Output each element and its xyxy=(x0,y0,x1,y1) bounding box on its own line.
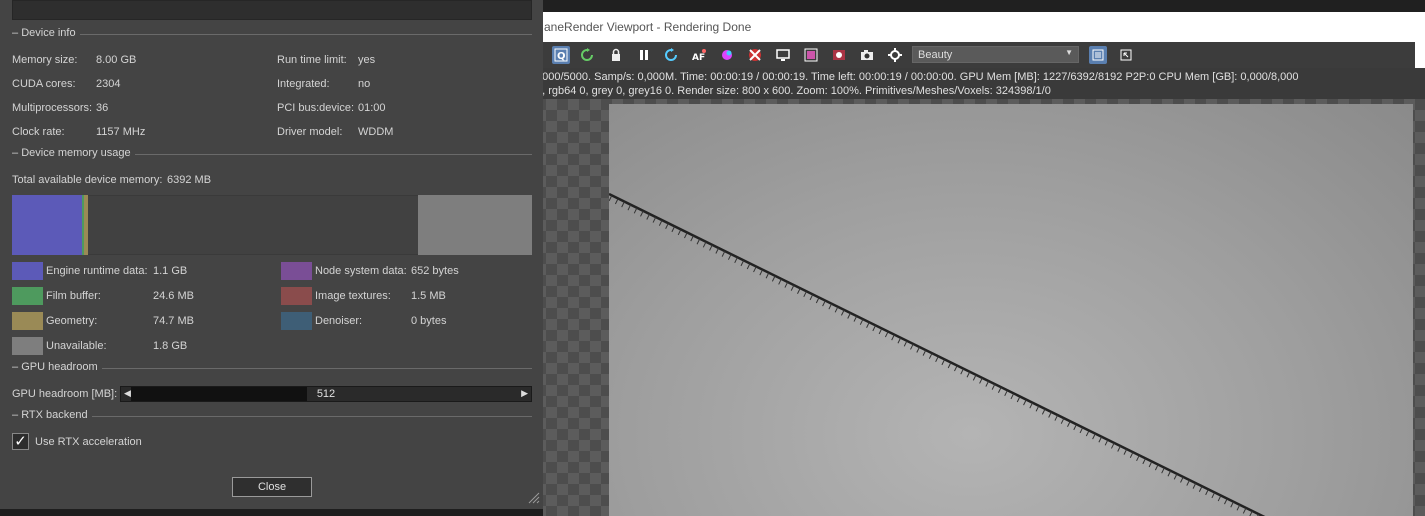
legend-swatch-denoiser xyxy=(281,312,312,330)
camera-icon[interactable] xyxy=(858,46,876,64)
legend-swatch-geometry xyxy=(12,312,43,330)
pci-bus-value: 01:00 xyxy=(358,102,386,114)
dialog-bottom-edge xyxy=(0,509,543,516)
memory-size-value: 8.00 GB xyxy=(96,54,137,66)
run-time-limit-value: yes xyxy=(358,54,376,66)
export-icon[interactable] xyxy=(1117,46,1135,64)
multiprocessors-label: Multiprocessors: xyxy=(12,102,93,114)
af-focus-icon[interactable]: AF xyxy=(690,46,708,64)
section-title: – Device info xyxy=(12,27,80,39)
cuda-cores-value: 2304 xyxy=(96,78,121,90)
legend-label-image-textures: Image textures: xyxy=(315,290,391,302)
rtx-checkbox[interactable]: ✓ xyxy=(12,433,29,450)
legend-label-engine: Engine runtime data: xyxy=(46,265,148,277)
resize-grip-icon[interactable] xyxy=(526,490,540,504)
driver-model-value: WDDM xyxy=(358,126,394,138)
legend-label-geometry: Geometry: xyxy=(46,315,98,327)
restart-render-icon[interactable] xyxy=(578,46,596,64)
section-rtx-backend: – RTX backend xyxy=(12,409,532,423)
legend-swatch-image-textures xyxy=(281,287,312,305)
section-title: – RTX backend xyxy=(12,409,92,421)
toolbar-edge xyxy=(1415,42,1425,68)
pci-bus-label: PCI bus:device: xyxy=(277,102,355,114)
svg-text:AF: AF xyxy=(692,53,705,62)
legend-value-engine: 1.1 GB xyxy=(153,265,188,277)
section-title: – Device memory usage xyxy=(12,147,135,159)
status-line-2: 1, rgb64 0, grey 0, grey16 0. Render siz… xyxy=(536,85,1051,97)
driver-model-label: Driver model: xyxy=(277,126,343,138)
checkmark-icon: ✓ xyxy=(14,433,27,450)
legend-value-unavailable: 1.8 GB xyxy=(153,340,188,352)
legend-swatch-node-system xyxy=(281,262,312,280)
legend-swatch-engine xyxy=(12,262,43,280)
total-memory-label: Total available device memory: xyxy=(12,174,163,186)
viewport-title: aneRender Viewport - Rendering Done xyxy=(544,20,752,34)
legend-value-denoiser: 0 bytes xyxy=(411,315,447,327)
legend-swatch-film xyxy=(12,287,43,305)
legend-value-node-system: 652 bytes xyxy=(411,265,459,277)
divider xyxy=(12,34,532,35)
viewport-toolbar: Q AF Beauty ▼ xyxy=(535,42,1415,68)
render-pass-value: Beauty xyxy=(918,49,953,61)
gpu-headroom-label: GPU headroom [MB]: xyxy=(12,388,118,400)
section-memory-usage: – Device memory usage xyxy=(12,147,532,161)
legend-value-geometry: 74.7 MB xyxy=(153,315,194,327)
viewport-titlebar[interactable]: aneRender Viewport - Rendering Done xyxy=(535,12,1425,42)
memory-usage-bar xyxy=(12,195,532,255)
legend-value-image-textures: 1.5 MB xyxy=(411,290,446,302)
film-region-icon[interactable] xyxy=(802,46,820,64)
section-device-info: – Device info xyxy=(12,27,532,41)
render-line-object xyxy=(609,192,1266,516)
bar-segment-geometry xyxy=(84,195,88,255)
list-view-icon[interactable] xyxy=(1089,46,1107,64)
legend-label-denoiser: Denoiser: xyxy=(315,315,363,327)
gpu-headroom-value: 512 xyxy=(316,388,336,400)
memory-size-label: Memory size: xyxy=(12,54,78,66)
lock-icon[interactable] xyxy=(607,46,625,64)
rtx-checkbox-label: Use RTX acceleration xyxy=(35,436,142,448)
render-status: 5000/5000. Samp/s: 0,000M. Time: 00:00:1… xyxy=(535,69,1425,99)
quick-render-icon[interactable]: Q xyxy=(552,46,570,64)
window-top-strip xyxy=(535,0,1425,12)
integrated-value: no xyxy=(358,78,371,90)
material-picker-icon[interactable] xyxy=(746,46,764,64)
monitor-icon[interactable] xyxy=(774,46,792,64)
close-button[interactable]: Close xyxy=(232,477,312,497)
pause-icon[interactable] xyxy=(635,46,653,64)
viewport-window: aneRender Viewport - Rendering Done Q AF… xyxy=(535,0,1425,516)
svg-text:Q: Q xyxy=(557,51,566,62)
clock-rate-label: Clock rate: xyxy=(12,126,65,138)
run-time-limit-label: Run time limit: xyxy=(277,54,347,66)
status-line-1: 5000/5000. Samp/s: 0,000M. Time: 00:00:1… xyxy=(536,71,1299,83)
color-picker-icon[interactable] xyxy=(718,46,736,64)
device-dialog: – Device info Memory size: 8.00 GB CUDA … xyxy=(0,0,543,516)
render-region-icon[interactable] xyxy=(830,46,848,64)
integrated-label: Integrated: xyxy=(277,78,330,90)
legend-value-film: 24.6 MB xyxy=(153,290,194,302)
legend-swatch-unavailable xyxy=(12,337,43,355)
refresh-icon[interactable] xyxy=(662,46,680,64)
bar-segment-unavailable xyxy=(418,195,532,255)
legend-label-node-system: Node system data: xyxy=(315,265,407,277)
clock-rate-value: 1157 MHz xyxy=(96,126,146,138)
render-pass-select[interactable]: Beauty ▼ xyxy=(912,46,1079,63)
section-gpu-headroom: – GPU headroom xyxy=(12,361,532,375)
gpu-headroom-slider[interactable]: ◀ ▶ 512 xyxy=(120,386,532,402)
legend-label-film: Film buffer: xyxy=(46,290,101,302)
rendered-image[interactable] xyxy=(609,104,1413,516)
total-memory-value: 6392 MB xyxy=(167,174,212,186)
settings-icon[interactable] xyxy=(886,46,904,64)
legend-label-unavailable: Unavailable: xyxy=(46,340,107,352)
section-title: – GPU headroom xyxy=(12,361,102,373)
bar-segment-engine-runtime xyxy=(12,195,82,255)
multiprocessors-value: 36 xyxy=(96,102,109,114)
device-list-area xyxy=(12,0,532,20)
chevron-down-icon: ▼ xyxy=(1065,48,1073,57)
cuda-cores-label: CUDA cores: xyxy=(12,78,76,90)
